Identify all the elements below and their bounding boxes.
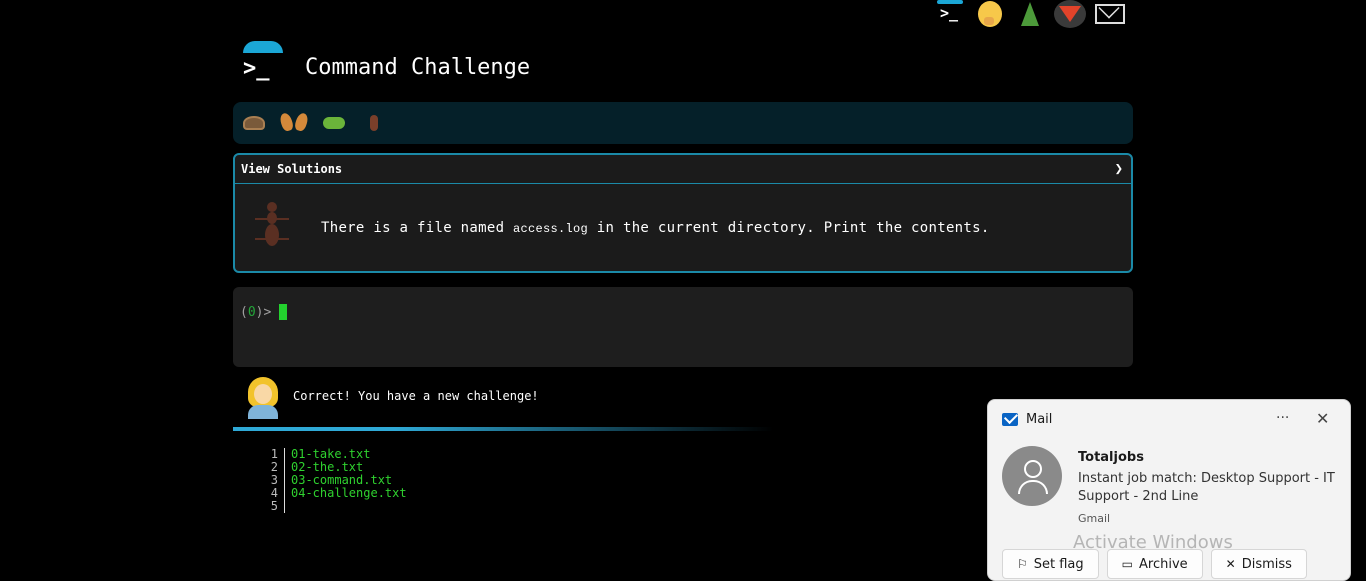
view-solutions-toggle[interactable]: View Solutions ❯	[235, 155, 1131, 184]
notification-account: Gmail	[1078, 512, 1111, 525]
progress-bar	[233, 427, 773, 431]
logo-icon[interactable]: >_	[241, 41, 283, 85]
challenge-description: There is a file named access.log in the …	[321, 220, 990, 236]
terminal-prompt: (0)>	[240, 304, 288, 320]
notification-sender: Totaljobs	[1078, 450, 1144, 465]
tree-icon[interactable]	[1014, 0, 1046, 28]
ant-icon[interactable]	[361, 112, 387, 134]
notification-app-name: Mail	[1026, 412, 1053, 427]
challenge-panel: View Solutions ❯ There is a file named a…	[233, 153, 1133, 273]
caterpillar-icon[interactable]	[321, 112, 347, 134]
ant-icon	[255, 202, 289, 248]
butterfly-icon[interactable]	[281, 112, 307, 134]
gitlab-icon[interactable]	[1054, 0, 1086, 28]
flag-icon: ⚐	[1017, 557, 1028, 571]
notification-header: Mail	[1002, 412, 1052, 427]
close-icon: ✕	[1225, 557, 1236, 571]
file-listing: 1 01-take.txt 2 02-the.txt 3 03-command.txt…	[260, 448, 407, 513]
notification-subject: Instant job match: Desktop Support - IT …	[1078, 471, 1335, 504]
sender-avatar-icon	[1002, 446, 1062, 506]
set-flag-button[interactable]: ⚐ Set flag	[1002, 549, 1099, 579]
snail-icon[interactable]	[241, 112, 267, 134]
more-options-icon[interactable]: ···	[1276, 410, 1289, 426]
level-bar	[233, 102, 1133, 144]
list-item: 4 04-challenge.txt	[260, 487, 407, 500]
list-item: 5	[260, 500, 407, 513]
text-cursor	[279, 304, 288, 320]
prompt-counter: 0	[247, 304, 256, 320]
view-solutions-label: View Solutions	[241, 162, 343, 176]
terminal-icon[interactable]: >_	[934, 0, 966, 28]
feedback-message: Correct! You have a new challenge!	[293, 389, 539, 403]
page-title: Command Challenge	[305, 55, 531, 80]
top-icon-bar: >_	[934, 0, 1126, 28]
dismiss-button[interactable]: ✕ Dismiss	[1210, 549, 1307, 579]
file-name: access.log	[513, 222, 589, 236]
mail-app-icon	[1002, 413, 1018, 426]
avatar	[246, 377, 280, 419]
mail-icon[interactable]	[1094, 0, 1126, 28]
archive-icon: ▭	[1121, 557, 1133, 571]
archive-button[interactable]: ▭ Archive	[1106, 549, 1203, 579]
shushing-face-icon[interactable]	[974, 0, 1006, 28]
mail-notification[interactable]: Mail ··· ✕ Totaljobs Instant job match: …	[987, 399, 1351, 581]
close-icon[interactable]: ✕	[1316, 409, 1329, 428]
chevron-right-icon: ❯	[1114, 161, 1123, 177]
notification-actions: ⚐ Set flag ▭ Archive ✕ Dismiss	[1002, 549, 1307, 579]
terminal-input[interactable]: (0)>	[233, 287, 1133, 367]
